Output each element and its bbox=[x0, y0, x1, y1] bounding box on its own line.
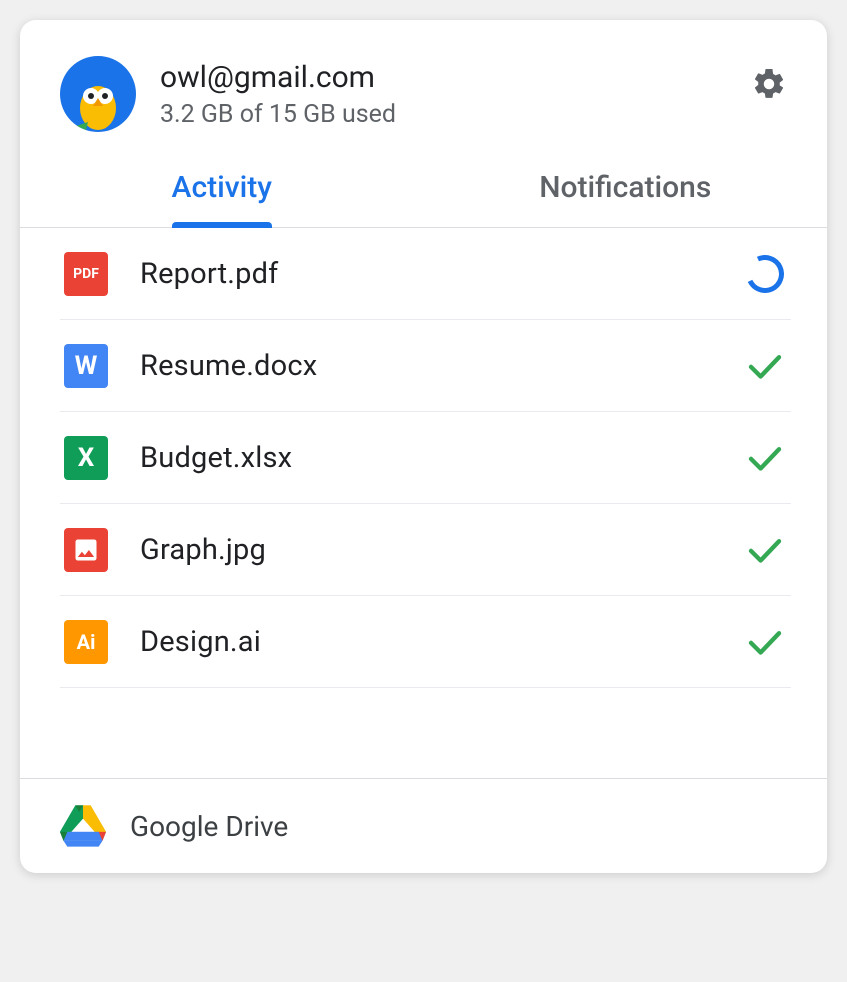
file-name: Graph.jpg bbox=[140, 533, 711, 567]
file-type-icon: X bbox=[64, 436, 108, 480]
file-type-icon: PDF bbox=[64, 252, 108, 296]
file-name: Design.ai bbox=[140, 625, 711, 659]
file-row[interactable]: Ai Design.ai bbox=[60, 596, 791, 688]
checkmark-icon bbox=[743, 528, 787, 572]
checkmark-icon bbox=[743, 436, 787, 480]
file-name: Budget.xlsx bbox=[140, 441, 711, 475]
drive-activity-card: owl@gmail.com 3.2 GB of 15 GB used Activ… bbox=[20, 20, 827, 873]
tab-notifications-label: Notifications bbox=[539, 170, 711, 205]
spacer bbox=[20, 688, 827, 778]
footer-label: Google Drive bbox=[130, 810, 288, 843]
file-row[interactable]: W Resume.docx bbox=[60, 320, 791, 412]
storage-usage: 3.2 GB of 15 GB used bbox=[160, 100, 747, 129]
tab-notifications[interactable]: Notifications bbox=[424, 152, 828, 227]
tab-activity-label: Activity bbox=[172, 170, 272, 205]
user-info: owl@gmail.com 3.2 GB of 15 GB used bbox=[160, 56, 747, 129]
checkmark-icon bbox=[743, 344, 787, 388]
file-list: PDF Report.pdf W Resume.docx X Budget.xlsx Gra… bbox=[20, 228, 827, 688]
file-name: Report.pdf bbox=[140, 257, 711, 291]
file-name: Resume.docx bbox=[140, 349, 711, 383]
settings-button[interactable] bbox=[747, 62, 791, 106]
header: owl@gmail.com 3.2 GB of 15 GB used bbox=[20, 20, 827, 152]
file-type-icon: Ai bbox=[64, 620, 108, 664]
tabs: Activity Notifications bbox=[20, 152, 827, 228]
file-row[interactable]: PDF Report.pdf bbox=[60, 228, 791, 320]
avatar[interactable] bbox=[60, 56, 136, 132]
file-row[interactable]: Graph.jpg bbox=[60, 504, 791, 596]
checkmark-icon bbox=[743, 620, 787, 664]
gear-icon bbox=[751, 66, 787, 102]
file-row[interactable]: X Budget.xlsx bbox=[60, 412, 791, 504]
tab-activity[interactable]: Activity bbox=[20, 152, 424, 227]
file-type-icon: W bbox=[64, 344, 108, 388]
footer[interactable]: Google Drive bbox=[20, 778, 827, 873]
account-email: owl@gmail.com bbox=[160, 60, 747, 96]
file-type-icon bbox=[64, 528, 108, 572]
uploading-spinner-icon bbox=[743, 252, 787, 296]
drive-logo-icon bbox=[60, 805, 106, 847]
